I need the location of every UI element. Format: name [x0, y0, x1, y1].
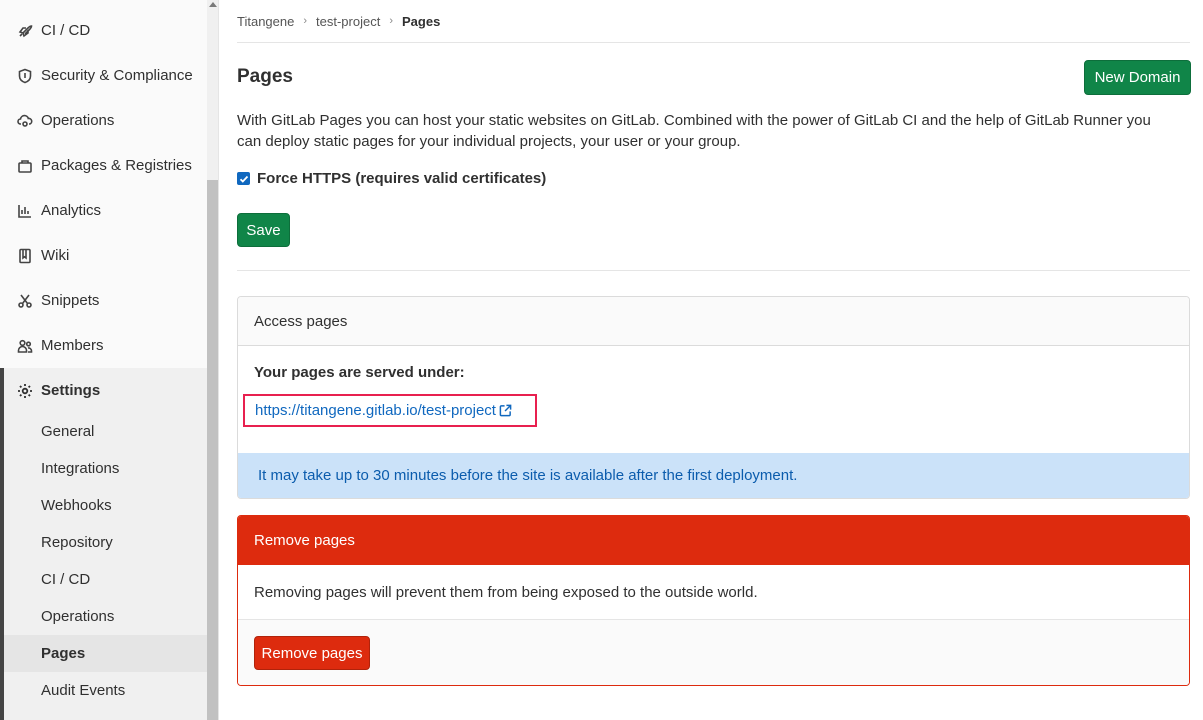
sidebar-subitem-integrations[interactable]: Integrations	[4, 450, 207, 487]
rocket-icon	[17, 23, 33, 39]
new-domain-button[interactable]: New Domain	[1084, 60, 1191, 95]
sidebar-item-wiki[interactable]: Wiki	[0, 233, 207, 278]
chart-icon	[17, 203, 33, 219]
book-icon	[17, 248, 33, 264]
force-https-checkbox[interactable]	[237, 172, 250, 185]
sidebar-item-label: Packages & Registries	[41, 157, 192, 174]
pages-url-text: https://titangene.gitlab.io/test-project	[255, 402, 496, 419]
sidebar-subitem-audit-events[interactable]: Audit Events	[4, 672, 207, 709]
chevron-right-icon: ›	[303, 15, 308, 27]
sidebar: CI / CD Security & Compliance Operations…	[0, 0, 219, 720]
sidebar-item-members[interactable]: Members	[0, 323, 207, 368]
save-button[interactable]: Save	[237, 213, 290, 247]
sidebar-item-label: Snippets	[41, 292, 100, 309]
force-https-row[interactable]: Force HTTPS (requires valid certificates…	[237, 170, 546, 187]
sidebar-item-snippets[interactable]: Snippets	[0, 278, 207, 323]
sidebar-item-label: Members	[41, 337, 104, 354]
sidebar-item-label: Analytics	[41, 202, 102, 219]
gear-icon	[17, 383, 33, 399]
sidebar-subitem-repository[interactable]: Repository	[4, 524, 207, 561]
chevron-right-icon: ›	[389, 15, 393, 27]
users-icon	[17, 338, 33, 354]
force-https-label: Force HTTPS (requires valid certificates…	[257, 170, 547, 187]
served-under-label: Your pages are served under:	[254, 364, 465, 381]
sidebar-subitem-general[interactable]: General	[4, 413, 207, 450]
sidebar-item-label: Operations	[41, 112, 115, 129]
remove-pages-description: Removing pages will prevent them from be…	[238, 565, 1189, 620]
page-title: Pages	[237, 66, 293, 87]
sidebar-item-label: Wiki	[41, 247, 70, 264]
breadcrumb-project[interactable]: test-project	[316, 14, 380, 29]
sidebar-item-security[interactable]: Security & Compliance	[0, 53, 207, 98]
remove-pages-card: Remove pages Removing pages will prevent…	[237, 515, 1190, 686]
sidebar-subitem-pages[interactable]: Pages	[4, 635, 207, 672]
pages-url-link[interactable]: https://titangene.gitlab.io/test-project	[255, 402, 496, 419]
sidebar-item-label: Settings	[41, 382, 101, 399]
sidebar-subitem-operations[interactable]: Operations	[4, 598, 207, 635]
access-pages-header: Access pages	[238, 297, 1189, 346]
external-link-icon[interactable]	[499, 404, 512, 417]
sidebar-subitem-webhooks[interactable]: Webhooks	[4, 487, 207, 524]
pages-url-highlight: https://titangene.gitlab.io/test-project	[243, 394, 537, 427]
sidebar-subitem-cicd[interactable]: CI / CD	[4, 561, 207, 598]
breadcrumb: Titangene › test-project › Pages	[237, 0, 1190, 43]
sidebar-item-packages[interactable]: Packages & Registries	[0, 143, 207, 188]
sidebar-nav: CI / CD Security & Compliance Operations…	[0, 0, 207, 720]
scroll-up-icon[interactable]	[209, 2, 217, 7]
sidebar-item-settings[interactable]: Settings	[4, 368, 207, 413]
breadcrumb-group[interactable]: Titangene	[237, 14, 294, 29]
main-content: Titangene › test-project › Pages Pages N…	[237, 0, 1191, 720]
shield-icon	[17, 68, 33, 84]
scissors-icon	[17, 293, 33, 309]
settings-section: Settings General Integrations Webhooks R…	[0, 368, 207, 720]
remove-pages-footer: Remove pages	[238, 620, 1189, 685]
sidebar-item-label: Security & Compliance	[41, 67, 193, 84]
deployment-info-alert: It may take up to 30 minutes before the …	[238, 453, 1189, 498]
section-divider	[237, 270, 1190, 271]
pages-description: With GitLab Pages you can host your stat…	[237, 112, 1151, 150]
checkmark-icon	[239, 175, 248, 183]
remove-pages-header: Remove pages	[238, 516, 1189, 565]
cloud-gear-icon	[17, 113, 33, 129]
sidebar-item-operations[interactable]: Operations	[0, 98, 207, 143]
sidebar-item-analytics[interactable]: Analytics	[0, 188, 207, 233]
access-pages-card: Access pages Your pages are served under…	[237, 296, 1190, 499]
package-icon	[17, 158, 33, 174]
sidebar-scrollbar-thumb[interactable]	[207, 180, 218, 720]
breadcrumb-current[interactable]: Pages	[402, 14, 440, 29]
sidebar-item-label: CI / CD	[41, 22, 91, 39]
sidebar-item-cicd[interactable]: CI / CD	[0, 8, 207, 53]
remove-pages-button[interactable]: Remove pages	[254, 636, 370, 670]
